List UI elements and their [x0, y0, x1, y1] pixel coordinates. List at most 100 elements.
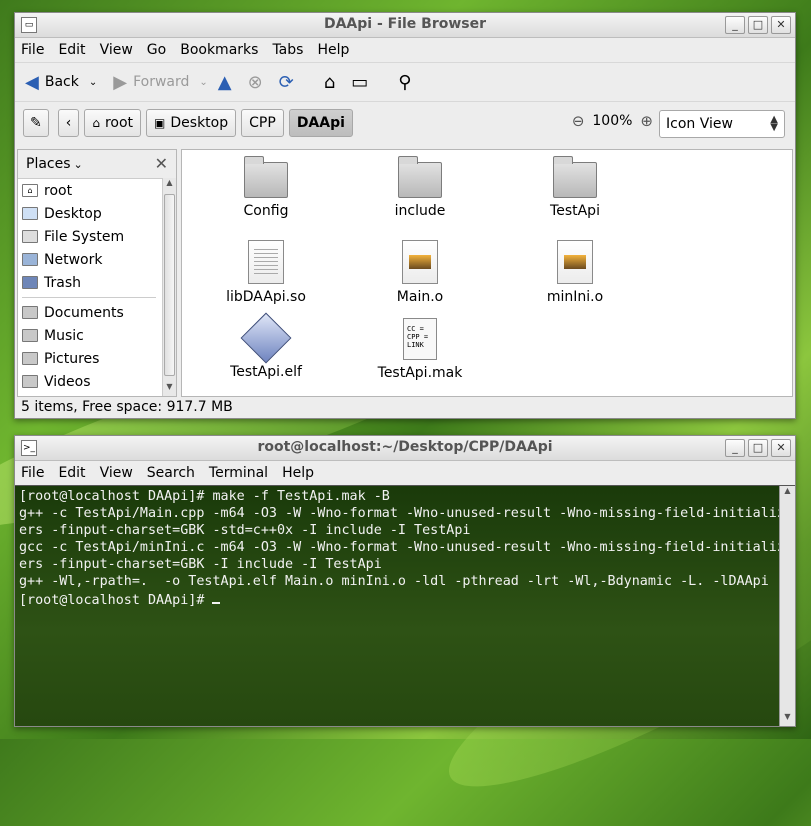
sidebar-item-network[interactable]: Network — [18, 248, 176, 271]
computer-button[interactable]: ▭ — [351, 72, 374, 93]
terminal-line: ers -finput-charset=GBK -std=c++0x -I in… — [19, 523, 471, 538]
file-item-minini-o[interactable]: minIni.o — [515, 236, 635, 305]
file-item-testapi[interactable]: TestApi — [515, 154, 635, 219]
file-browser-window: ▭ DAApi - File Browser _ □ ✕ File Edit V… — [14, 12, 796, 419]
file-item-include[interactable]: include — [360, 154, 480, 219]
breadcrumb-daapi[interactable]: DAApi — [288, 109, 353, 137]
edit-location-button[interactable]: ✎ — [23, 109, 49, 137]
reload-icon: ⟳ — [278, 71, 294, 93]
sidebar-item-label: Music — [44, 327, 84, 344]
desktop-icon: ▣ — [154, 116, 166, 130]
sidebar-item-documents[interactable]: Documents — [18, 301, 176, 324]
view-mode-value: Icon View — [666, 116, 733, 132]
menu-terminal[interactable]: Terminal — [209, 465, 268, 481]
maximize-button[interactable]: □ — [748, 16, 768, 34]
sidebar-item-label: Pictures — [44, 350, 100, 367]
home-button[interactable]: ⌂ — [324, 72, 341, 93]
file-view: Config include TestApi libDAApi.so Main.… — [181, 149, 793, 397]
menu-bookmarks[interactable]: Bookmarks — [180, 42, 258, 58]
up-arrow-icon: ▲ — [217, 71, 232, 93]
binoculars-icon: ⚲ — [398, 71, 412, 93]
menu-edit[interactable]: Edit — [58, 42, 85, 58]
menu-help[interactable]: Help — [317, 42, 349, 58]
sidebar-item-label: File System — [44, 228, 125, 245]
file-browser-titlebar[interactable]: ▭ DAApi - File Browser _ □ ✕ — [15, 13, 795, 38]
menu-search[interactable]: Search — [147, 465, 195, 481]
menu-tabs[interactable]: Tabs — [272, 42, 303, 58]
file-label: TestApi.mak — [377, 365, 463, 381]
home-icon: ⌂ — [323, 71, 336, 93]
scroll-up-icon[interactable]: ▲ — [163, 178, 176, 192]
up-button[interactable]: ▲ — [218, 72, 238, 93]
terminal-scrollbar[interactable]: ▲ ▼ — [779, 486, 795, 726]
terminal-line: ers -finput-charset=GBK -I include -I Te… — [19, 557, 382, 572]
terminal-output[interactable]: [root@localhost DAApi]# make -f TestApi.… — [15, 485, 795, 726]
minimize-button[interactable]: _ — [725, 16, 745, 34]
sidebar-item-music[interactable]: Music — [18, 324, 176, 347]
sidebar-item-label: Network — [44, 251, 103, 268]
file-item-config[interactable]: Config — [206, 154, 326, 219]
sidebar-header[interactable]: Places ⌄ ✕ — [18, 150, 176, 179]
file-item-testapi-mak[interactable]: CC = CPP = LINK TestApi.mak — [360, 314, 480, 381]
terminal-prompt: [root@localhost DAApi]# — [19, 593, 213, 608]
close-sidebar-icon[interactable]: ✕ — [155, 154, 168, 173]
menu-go[interactable]: Go — [147, 42, 166, 58]
window-title: root@localhost:~/Desktop/CPP/DAApi — [257, 439, 553, 455]
sidebar-item-desktop[interactable]: Desktop — [18, 202, 176, 225]
toolbar: ◀ Back ⌄ ▶ Forward ⌄ ▲ ⊗ ⟳ ⌂ ▭ ⚲ — [15, 62, 795, 101]
menu-view[interactable]: View — [100, 42, 133, 58]
sidebar-item-trash[interactable]: Trash — [18, 271, 176, 294]
status-bar: 5 items, Free space: 917.7 MB — [15, 396, 795, 418]
sidebar-item-pictures[interactable]: Pictures — [18, 347, 176, 370]
menu-file[interactable]: File — [21, 42, 44, 58]
stop-button[interactable]: ⊗ — [248, 72, 269, 93]
search-button[interactable]: ⚲ — [398, 72, 417, 93]
scrollbar-thumb[interactable] — [164, 194, 175, 376]
terminal-window: >_ root@localhost:~/Desktop/CPP/DAApi _ … — [14, 435, 796, 727]
home-folder-icon: ⌂ — [22, 184, 38, 197]
breadcrumb-desktop[interactable]: ▣ Desktop — [146, 109, 237, 137]
breadcrumb-label: DAApi — [296, 115, 345, 131]
back-button[interactable]: ◀ Back ⌄ — [25, 72, 97, 93]
close-button[interactable]: ✕ — [771, 439, 791, 457]
file-item-libdaapi-so[interactable]: libDAApi.so — [206, 236, 326, 305]
forward-button[interactable]: ▶ Forward ⌄ — [113, 72, 208, 93]
terminal-titlebar[interactable]: >_ root@localhost:~/Desktop/CPP/DAApi _ … — [15, 436, 795, 461]
terminal-line: g++ -Wl,-rpath=. -o TestApi.elf Main.o m… — [19, 574, 769, 589]
file-item-main-o[interactable]: Main.o — [360, 236, 480, 305]
trash-icon — [22, 276, 38, 289]
sidebar-item-videos[interactable]: Videos — [18, 370, 176, 393]
menu-file[interactable]: File — [21, 465, 44, 481]
menu-help[interactable]: Help — [282, 465, 314, 481]
breadcrumb-label: Desktop — [170, 115, 229, 131]
breadcrumb-label: root — [104, 115, 134, 131]
menu-edit[interactable]: Edit — [58, 465, 85, 481]
reload-button[interactable]: ⟳ — [279, 72, 300, 93]
sidebar-item-root[interactable]: ⌂ root — [18, 179, 176, 202]
zoom-out-icon[interactable]: ⊖ — [572, 112, 585, 130]
breadcrumb-scroll-left[interactable]: ‹ — [57, 109, 80, 137]
chevron-down-icon[interactable]: ⌄ — [199, 77, 207, 88]
object-file-icon — [557, 240, 593, 284]
zoom-in-icon[interactable]: ⊕ — [640, 112, 653, 130]
sidebar-item-file-system[interactable]: File System — [18, 225, 176, 248]
text-cursor — [212, 590, 221, 604]
makefile-preview-line: LINK — [407, 341, 424, 349]
makefile-icon: CC = CPP = LINK — [403, 318, 437, 360]
scroll-down-icon[interactable]: ▼ — [163, 382, 176, 396]
file-item-testapi-elf[interactable]: TestApi.elf — [206, 312, 326, 380]
breadcrumb-root[interactable]: ⌂ root — [84, 109, 142, 137]
scroll-up-icon[interactable]: ▲ — [780, 486, 795, 500]
folder-icon — [22, 329, 38, 342]
chevron-down-icon[interactable]: ⌄ — [89, 77, 97, 88]
menu-view[interactable]: View — [100, 465, 133, 481]
view-mode-select[interactable]: Icon View ▲ ▼ — [659, 110, 785, 138]
breadcrumb-cpp[interactable]: CPP — [241, 109, 284, 137]
sidebar-scrollbar[interactable]: ▲ ▼ — [162, 178, 176, 396]
scroll-down-icon[interactable]: ▼ — [780, 712, 795, 726]
network-icon — [22, 253, 38, 266]
minimize-button[interactable]: _ — [725, 439, 745, 457]
computer-icon: ▭ — [351, 71, 369, 93]
close-button[interactable]: ✕ — [771, 16, 791, 34]
maximize-button[interactable]: □ — [748, 439, 768, 457]
